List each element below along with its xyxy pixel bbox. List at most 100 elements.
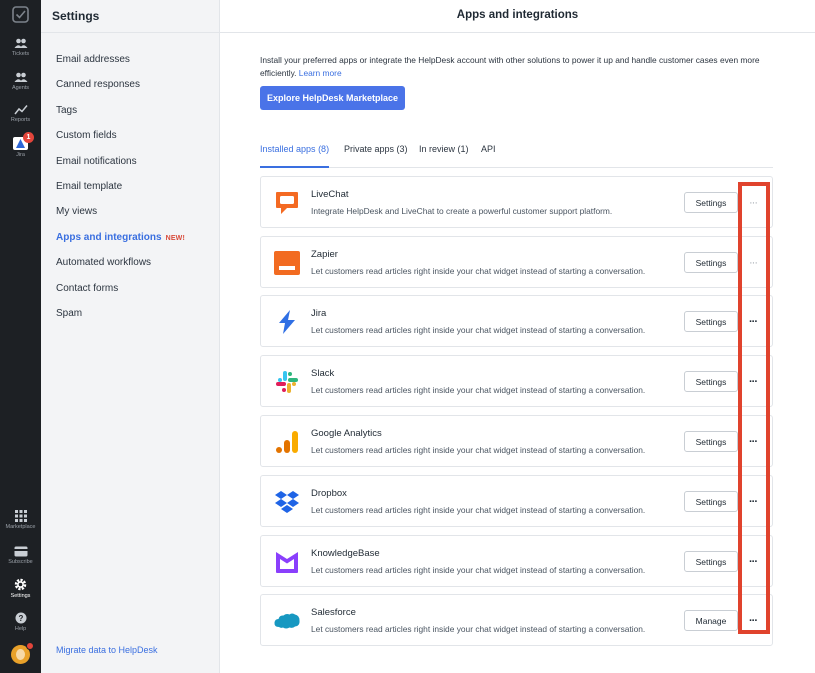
settings-button[interactable]: Settings <box>684 311 738 332</box>
app-card-dropbox: Dropbox Let customers read articles righ… <box>260 475 773 527</box>
tab-label: Private apps <box>344 144 395 154</box>
sidebar-item-label: Tags <box>56 104 78 116</box>
tab-label: In review <box>419 144 456 154</box>
google-analytics-logo-icon <box>276 431 298 453</box>
app-name: Dropbox <box>311 488 347 499</box>
migrate-data-link[interactable]: Migrate data to HelpDesk <box>56 645 158 655</box>
livechat-logo-icon <box>276 192 298 214</box>
sidebar-item-email-template[interactable]: Email template <box>41 177 219 202</box>
tab-count: (8) <box>318 144 330 154</box>
app-card-livechat: LiveChat Integrate HelpDesk and LiveChat… <box>260 176 773 228</box>
app-description: Let customers read articles right inside… <box>311 445 646 455</box>
sidebar-item-email-addresses[interactable]: Email addresses <box>41 50 219 75</box>
sidebar-item-contact-forms[interactable]: Contact forms <box>41 279 219 304</box>
new-badge: NEW! <box>165 234 186 242</box>
agents-icon <box>14 72 27 82</box>
sidebar-title: Settings <box>41 0 219 33</box>
sidebar-item-canned-responses[interactable]: Canned responses <box>41 75 219 100</box>
apps-tabs: Installed apps (8) Private apps (3) In r… <box>260 138 773 168</box>
rail-label: Tickets <box>11 51 30 57</box>
settings-button[interactable]: Settings <box>684 252 738 273</box>
sidebar-item-label: Canned responses <box>56 79 140 91</box>
avatar <box>11 642 34 664</box>
rail-label: Settings <box>10 593 31 599</box>
rail-item-help[interactable]: ? Help <box>0 612 41 633</box>
salesforce-logo-icon <box>274 613 300 629</box>
tab-label: Installed apps <box>260 144 316 154</box>
sidebar-item-my-views[interactable]: My views <box>41 202 219 227</box>
tickets-icon <box>14 38 27 48</box>
sidebar-item-email-notifications[interactable]: Email notifications <box>41 152 219 177</box>
sidebar-item-label: Custom fields <box>56 130 117 142</box>
app-description: Let customers read articles right inside… <box>311 624 646 634</box>
tab-installed-apps[interactable]: Installed apps (8) <box>260 144 330 168</box>
app-description: Let customers read articles right inside… <box>311 565 646 575</box>
settings-button[interactable]: Settings <box>684 371 738 392</box>
explore-marketplace-button[interactable]: Explore HelpDesk Marketplace <box>260 86 405 110</box>
settings-button[interactable]: Settings <box>684 192 738 213</box>
rail-item-subscribe[interactable]: Subscribe <box>0 546 41 566</box>
jira-tile-icon: 1 <box>13 132 34 150</box>
app-description: Integrate HelpDesk and LiveChat to creat… <box>311 206 613 216</box>
tab-count: (1) <box>457 144 469 154</box>
rail-item-settings[interactable]: Settings <box>0 578 41 600</box>
tab-private-apps[interactable]: Private apps (3) <box>344 144 408 168</box>
app-card-zapier: Zapier Let customers read articles right… <box>260 236 773 288</box>
app-description: Let customers read articles right inside… <box>311 505 646 515</box>
rail-label: Marketplace <box>5 524 36 530</box>
rail-item-jira[interactable]: 1 Jira <box>0 132 41 159</box>
settings-menu: Email addresses Canned responses Tags Cu… <box>41 50 219 329</box>
rail-item-reports[interactable]: Reports <box>0 104 41 124</box>
app-window: Tickets Agents Reports 1 Jira Marketplac… <box>0 0 815 673</box>
sidebar-item-label: Contact forms <box>56 282 119 294</box>
settings-button[interactable]: Settings <box>684 431 738 452</box>
sidebar-item-label: Spam <box>56 307 83 319</box>
sidebar-item-apps-and-integrations[interactable]: Apps and integrations NEW! <box>41 228 219 253</box>
svg-text:?: ? <box>18 614 23 623</box>
tab-api[interactable]: API <box>481 144 496 168</box>
sidebar-item-automated-workflows[interactable]: Automated workflows <box>41 253 219 278</box>
rail-label: Agents <box>11 85 30 91</box>
rail-item-agents[interactable]: Agents <box>0 72 41 92</box>
manage-button[interactable]: Manage <box>684 610 738 631</box>
settings-button[interactable]: Settings <box>684 551 738 572</box>
app-name: Salesforce <box>311 607 356 618</box>
sidebar-item-label: Email notifications <box>56 155 137 167</box>
rail-item-marketplace[interactable]: Marketplace <box>0 510 41 531</box>
notification-badge: 1 <box>23 132 34 143</box>
learn-more-link[interactable]: Learn more <box>299 68 342 78</box>
user-avatar[interactable] <box>0 642 41 664</box>
sidebar-item-custom-fields[interactable]: Custom fields <box>41 126 219 151</box>
rail-item-tickets[interactable]: Tickets <box>0 38 41 58</box>
app-name: Jira <box>311 308 327 319</box>
helpdesk-logo-icon[interactable] <box>12 6 29 23</box>
sidebar-item-label: Automated workflows <box>56 257 152 269</box>
settings-sidebar: Settings Email addresses Canned response… <box>41 0 220 673</box>
card-icon <box>14 546 27 557</box>
app-card-salesforce: Salesforce Let customers read articles r… <box>260 594 773 646</box>
icon-rail: Tickets Agents Reports 1 Jira Marketplac… <box>0 0 41 673</box>
app-name: KnowledgeBase <box>311 548 380 559</box>
reports-chart-icon <box>13 105 28 115</box>
gear-icon <box>14 578 27 591</box>
knowledgebase-logo-icon <box>276 552 298 573</box>
app-card-knowledgebase: KnowledgeBase Let customers read article… <box>260 535 773 587</box>
app-name: Slack <box>311 368 335 379</box>
sidebar-item-tags[interactable]: Tags <box>41 101 219 126</box>
zapier-logo-icon <box>274 251 300 275</box>
intro-text: Install your preferred apps or integrate… <box>260 54 770 79</box>
app-name: LiveChat <box>311 189 349 200</box>
rail-label: Jira <box>16 152 25 158</box>
tab-in-review[interactable]: In review (1) <box>419 144 469 168</box>
settings-button[interactable]: Settings <box>684 491 738 512</box>
jira-logo-icon <box>279 310 295 334</box>
rail-label: Reports <box>10 117 31 123</box>
app-name: Zapier <box>311 249 338 260</box>
sidebar-item-label: Email template <box>56 180 123 192</box>
status-dot <box>26 642 34 650</box>
app-card-google-analytics: Google Analytics Let customers read arti… <box>260 415 773 467</box>
app-description: Let customers read articles right inside… <box>311 325 646 335</box>
app-card-jira: Jira Let customers read articles right i… <box>260 295 773 347</box>
sidebar-item-spam[interactable]: Spam <box>41 304 219 329</box>
app-description: Let customers read articles right inside… <box>311 385 646 395</box>
